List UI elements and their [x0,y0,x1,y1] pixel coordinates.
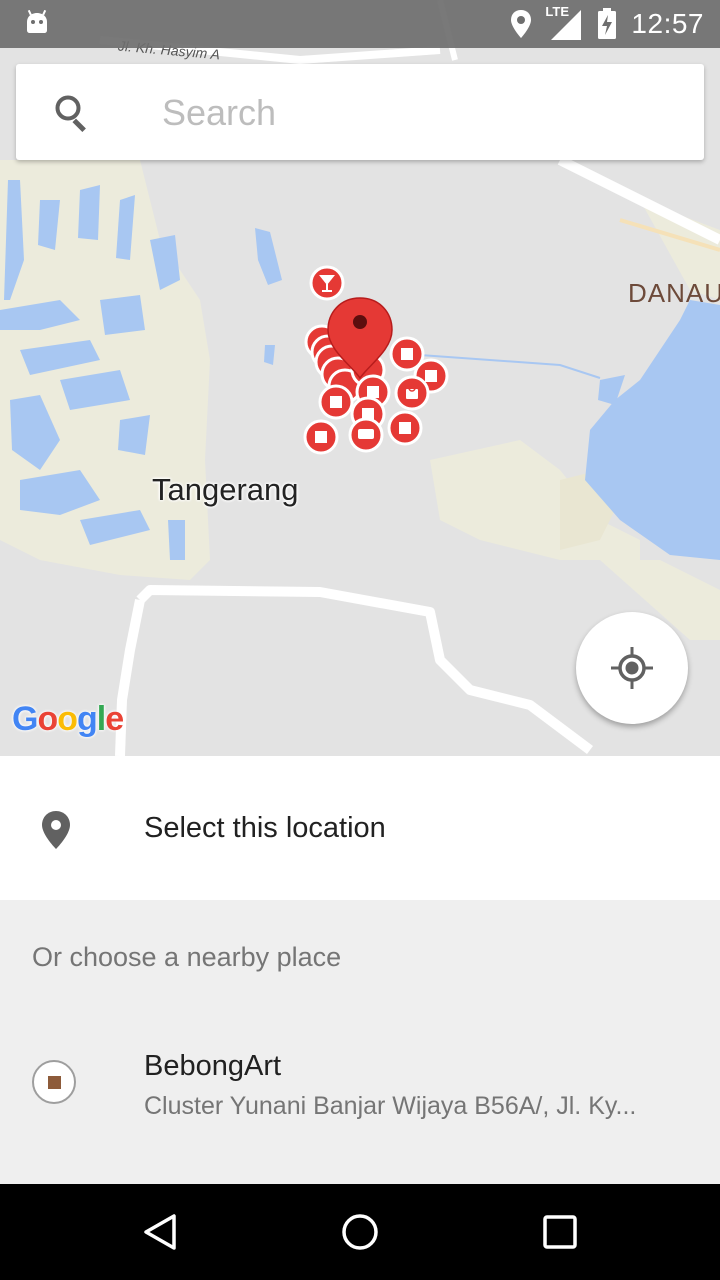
select-location-row[interactable]: Select this location [0,756,720,900]
lake-label: DANAU [628,278,720,308]
navigation-bar [0,1184,720,1280]
back-icon[interactable] [140,1212,180,1252]
city-label: Tangerang [152,472,299,507]
place-pin-icon [42,811,70,849]
my-location-icon [611,647,653,689]
select-location-label: Select this location [144,812,386,844]
search-icon[interactable] [52,92,92,132]
status-bar: LTE 12:57 [0,0,720,48]
place-category-icon [32,1060,76,1104]
network-type-label: LTE [545,4,570,19]
nearby-header: Or choose a nearby place [32,942,342,972]
google-logo: Google [12,700,124,738]
location-icon [511,10,532,38]
place-address: Cluster Yunani Banjar Wijaya B56A/, Jl. … [144,1092,637,1120]
place-name: BebongArt [144,1050,282,1082]
my-location-button[interactable] [576,612,688,724]
status-clock: 12:57 [631,8,704,39]
search-bar[interactable] [16,64,704,160]
recents-icon[interactable] [542,1212,578,1252]
battery-charging-icon [598,8,617,39]
home-icon[interactable] [340,1212,380,1252]
search-input[interactable] [160,84,684,142]
list-item[interactable]: BebongArt Cluster Yunani Banjar Wijaya B… [0,1030,720,1140]
nearby-places-section: Or choose a nearby place BebongArt Clust… [0,900,720,1184]
signal-icon: LTE [545,4,583,42]
android-icon [27,10,47,33]
